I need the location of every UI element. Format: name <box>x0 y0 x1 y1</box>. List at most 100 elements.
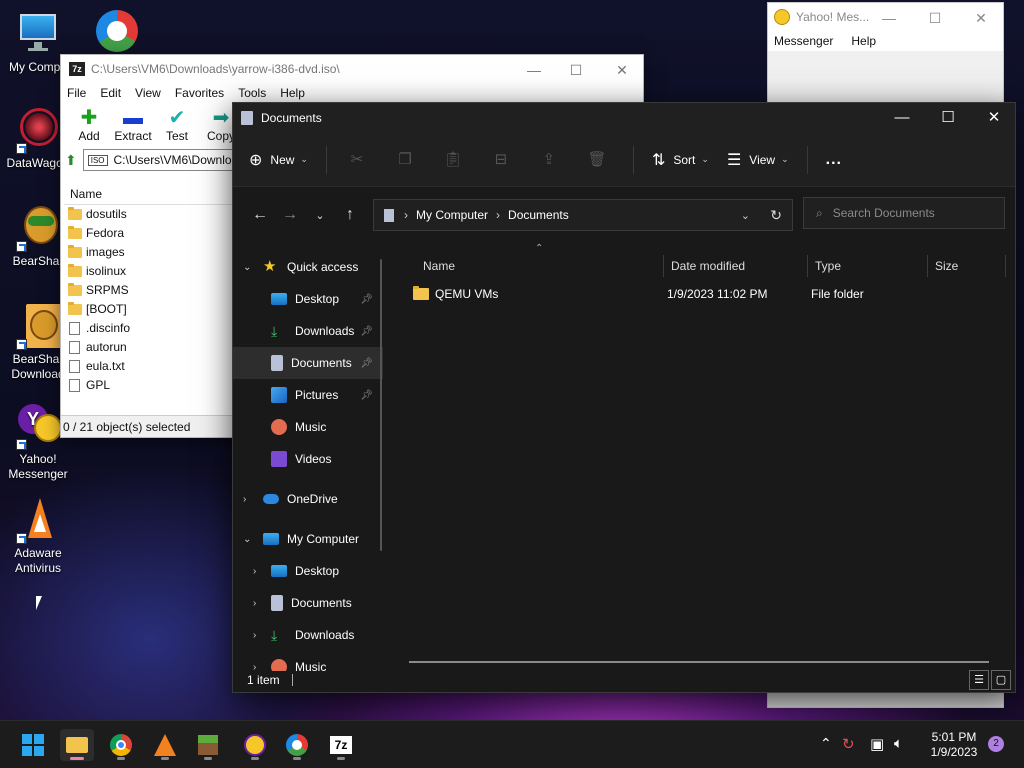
nav-scrollbar[interactable] <box>380 259 382 551</box>
taskbar-yahoo-messenger[interactable] <box>238 729 272 761</box>
nav-qa-music[interactable]: Music <box>233 411 383 443</box>
menu-favorites[interactable]: Favorites <box>175 86 224 100</box>
column-header-date-modified[interactable]: Date modified <box>663 251 745 281</box>
list-item[interactable]: dosutils <box>64 205 232 224</box>
menu-file[interactable]: File <box>67 86 86 100</box>
list-item[interactable]: Fedora <box>64 224 232 243</box>
menu-tools[interactable]: Tools <box>238 86 266 100</box>
pin-icon[interactable]: 📌︎ <box>360 326 373 337</box>
nav-mc-desktop[interactable]: › Desktop <box>233 555 383 587</box>
close-button[interactable]: ✕ <box>599 59 645 81</box>
nav-my-computer[interactable]: ⌄ My Computer <box>233 523 383 555</box>
column-header-size[interactable]: Size <box>927 251 958 281</box>
taskbar-minecraft[interactable] <box>191 729 225 761</box>
column-header-name[interactable]: Name <box>415 251 455 281</box>
maximize-button[interactable]: ☐ <box>912 7 958 29</box>
nav-mc-documents[interactable]: › Documents <box>233 587 383 619</box>
list-item[interactable]: eula.txt <box>64 357 232 376</box>
chevron-right-icon[interactable]: › <box>253 598 256 609</box>
menu-help[interactable]: Help <box>851 34 876 48</box>
nav-qa-downloads[interactable]: ⤓ Downloads 📌︎ <box>233 315 383 347</box>
menu-view[interactable]: View <box>135 86 161 100</box>
notification-badge[interactable]: 2 <box>988 736 1004 752</box>
view-button[interactable]: ☰ View ⌄ <box>727 150 789 170</box>
new-button[interactable]: ⊕ New ⌄ <box>249 150 308 170</box>
forward-arrow-icon[interactable]: → <box>275 206 305 224</box>
tiles-view-icon[interactable]: ▢ <box>991 670 1011 690</box>
add-button[interactable]: ✚ Add <box>67 107 111 147</box>
refresh-icon[interactable]: ↻ <box>770 207 782 224</box>
menu-edit[interactable]: Edit <box>100 86 121 100</box>
breadcrumb-my-computer[interactable]: My Computer <box>416 208 488 222</box>
list-item[interactable]: GPL <box>64 376 232 395</box>
menu-help[interactable]: Help <box>280 86 305 100</box>
sync-icon[interactable]: ↻ <box>842 735 855 753</box>
search-input[interactable]: ⌕ Search Documents <box>803 197 1005 229</box>
pin-icon[interactable]: 📌︎ <box>360 294 373 305</box>
column-header-type[interactable]: Type <box>807 251 841 281</box>
explorer-window[interactable]: Documents — ☐ ✕ ⊕ New ⌄ ✂ ❐ 📋︎ ⊟ ⇪ 🗑︎ ⇅ … <box>232 102 1016 693</box>
chevron-down-icon[interactable]: ⌄ <box>243 534 251 545</box>
up-folder-icon[interactable]: ⬆ <box>65 152 77 169</box>
pin-icon[interactable]: 📌︎ <box>360 390 373 401</box>
menu-messenger[interactable]: Messenger <box>774 34 833 48</box>
network-icon[interactable]: ▣ <box>870 735 884 753</box>
minimize-button[interactable]: — <box>866 7 912 29</box>
details-view-icon[interactable]: ☰ <box>969 670 989 690</box>
delete-icon[interactable]: 🗑︎ <box>585 150 609 170</box>
list-item[interactable]: images <box>64 243 232 262</box>
extract-button[interactable]: ▬ Extract <box>111 107 155 147</box>
column-header-name[interactable]: Name <box>64 183 232 205</box>
list-item[interactable]: SRPMS <box>64 281 232 300</box>
taskbar-browser[interactable] <box>280 729 314 761</box>
address-bar[interactable]: › My Computer › Documents ⌄ ↻ <box>373 199 793 231</box>
share-icon[interactable]: ⇪ <box>537 150 561 170</box>
chevron-down-icon[interactable]: ⌄ <box>243 262 251 273</box>
sort-button[interactable]: ⇅ Sort ⌄ <box>652 150 709 170</box>
volume-icon[interactable]: 🔈︎ <box>894 735 903 752</box>
show-hidden-icons-chevron-icon[interactable]: ⌃ <box>820 735 832 752</box>
desktop-icon-adaware[interactable]: Adaware Antivirus <box>0 496 76 576</box>
table-row[interactable]: QEMU VMs 1/9/2023 11:02 PM File folder <box>405 281 1005 307</box>
taskbar-adaware[interactable] <box>148 729 182 761</box>
chevron-down-icon[interactable]: ⌄ <box>741 209 750 222</box>
minimize-button[interactable]: — <box>879 103 925 133</box>
nav-mc-downloads[interactable]: › ⤓ Downloads <box>233 619 383 651</box>
nav-qa-desktop[interactable]: Desktop 📌︎ <box>233 283 383 315</box>
maximize-button[interactable]: ☐ <box>925 103 971 133</box>
test-button[interactable]: ✔ Test <box>155 107 199 147</box>
list-item[interactable]: [BOOT] <box>64 300 232 319</box>
nav-onedrive[interactable]: › OneDrive <box>233 483 383 515</box>
taskbar-7zip[interactable]: 7z <box>324 729 358 761</box>
taskbar-file-explorer[interactable] <box>60 729 94 761</box>
clock[interactable]: 5:01 PM 1/9/2023 <box>928 730 980 760</box>
minimize-button[interactable]: — <box>511 59 557 81</box>
recent-locations-chevron-icon[interactable]: ⌄ <box>305 209 335 222</box>
horizontal-scrollbar[interactable] <box>409 661 989 663</box>
cut-icon[interactable]: ✂ <box>345 150 369 170</box>
list-item[interactable]: isolinux <box>64 262 232 281</box>
paste-icon[interactable]: 📋︎ <box>441 150 465 170</box>
breadcrumb-documents[interactable]: Documents <box>508 208 569 222</box>
chevron-right-icon[interactable]: › <box>253 566 256 577</box>
rename-icon[interactable]: ⊟ <box>489 150 513 170</box>
close-button[interactable]: ✕ <box>971 103 1017 133</box>
list-item[interactable]: .discinfo <box>64 319 232 338</box>
up-arrow-icon[interactable]: ↑ <box>335 206 365 224</box>
copy-icon[interactable]: ❐ <box>393 150 417 170</box>
more-options-button[interactable]: ... <box>826 151 842 169</box>
nav-qa-pictures[interactable]: Pictures 📌︎ <box>233 379 383 411</box>
nav-qa-documents[interactable]: Documents 📌︎ <box>233 347 383 379</box>
chevron-right-icon[interactable]: › <box>243 494 246 505</box>
app-icon-partial-top[interactable] <box>96 10 138 52</box>
chevron-right-icon[interactable]: › <box>253 630 256 641</box>
start-button[interactable] <box>16 729 50 761</box>
list-item[interactable]: autorun <box>64 338 232 357</box>
nav-qa-videos[interactable]: Videos <box>233 443 383 475</box>
pin-icon[interactable]: 📌︎ <box>360 358 373 369</box>
nav-quick-access[interactable]: ⌄ ★ Quick access <box>233 251 383 283</box>
close-button[interactable]: ✕ <box>958 7 1004 29</box>
taskbar-chrome[interactable] <box>104 729 138 761</box>
maximize-button[interactable]: ☐ <box>553 59 599 81</box>
back-arrow-icon[interactable]: ← <box>245 206 275 224</box>
